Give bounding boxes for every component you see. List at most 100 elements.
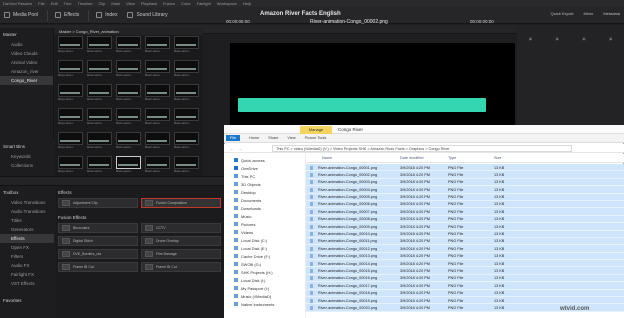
nav-item[interactable]: OneDrive bbox=[224, 164, 305, 172]
menu-item[interactable]: Fusion bbox=[163, 1, 175, 6]
media-clip-thumbnail[interactable]: River-anim.. bbox=[145, 84, 170, 102]
sound-library-button[interactable]: Sound Library bbox=[127, 12, 168, 18]
file-row[interactable]: River-animation-Congo_00017.png 3/9/2018 … bbox=[306, 282, 624, 290]
ribbon-tab[interactable]: Picture Tools bbox=[305, 136, 327, 140]
ribbon-tab[interactable]: View bbox=[287, 136, 295, 140]
column-type[interactable]: Type bbox=[448, 156, 456, 160]
media-clip-thumbnail[interactable]: River-anim.. bbox=[87, 156, 112, 174]
effects-button[interactable]: Effects bbox=[55, 12, 79, 18]
nav-item[interactable]: Local Disk (C:) bbox=[224, 236, 305, 244]
media-clip-thumbnail[interactable]: River-anim.. bbox=[87, 132, 112, 150]
nav-item[interactable]: Music bbox=[224, 212, 305, 220]
metadata-button[interactable]: Metadata bbox=[603, 11, 620, 16]
master-bin-title[interactable]: Master bbox=[3, 32, 53, 37]
menu-item[interactable]: DaVinci Resolve bbox=[3, 1, 32, 6]
menu-item[interactable]: Edit bbox=[51, 1, 58, 6]
toolbox-title[interactable]: Toolbox bbox=[3, 190, 54, 195]
media-clip-thumbnail[interactable]: River-anim.. bbox=[116, 156, 141, 174]
media-clip-thumbnail[interactable]: River-anim.. bbox=[145, 132, 170, 150]
media-clip-thumbnail[interactable]: River-anim.. bbox=[145, 36, 170, 54]
media-clip-thumbnail[interactable]: River-anim.. bbox=[58, 108, 83, 126]
media-clip-thumbnail[interactable]: River-anim.. bbox=[116, 36, 141, 54]
file-row[interactable]: River-animation-Congo_00008.png 3/9/2018 … bbox=[306, 215, 624, 224]
file-row[interactable]: River-animation-Congo_00019.png 3/9/2018 … bbox=[306, 297, 624, 305]
toolbox-item[interactable]: Generators bbox=[0, 225, 54, 234]
toolbox-item[interactable]: VST Effects bbox=[0, 279, 54, 288]
nav-item[interactable]: SHK Projects (H:) bbox=[224, 268, 305, 276]
file-row[interactable]: River-animation-Congo_00012.png 3/9/2018 … bbox=[306, 245, 624, 253]
media-pool-button[interactable]: Media Pool bbox=[4, 12, 38, 18]
nav-item[interactable]: Native Instruments bbox=[224, 300, 305, 308]
inspector-tab-icon[interactable]: ▣ bbox=[609, 37, 612, 41]
index-button[interactable]: Index bbox=[96, 12, 117, 18]
nav-item[interactable]: Local Disk (E:) bbox=[224, 244, 305, 252]
media-clip-thumbnail[interactable]: River-anim.. bbox=[87, 108, 112, 126]
favorites-title[interactable]: Favorites bbox=[3, 298, 54, 303]
fusion-effect-card[interactable]: Frame BI Cut bbox=[58, 262, 138, 272]
media-clip-thumbnail[interactable]: River-anim.. bbox=[174, 108, 199, 126]
effect-card[interactable]: Adjustment Clip bbox=[58, 198, 138, 208]
media-clip-thumbnail[interactable]: River-anim.. bbox=[174, 36, 199, 54]
quick-export-button[interactable]: Quick Export bbox=[551, 11, 574, 16]
media-clip-thumbnail[interactable]: River-anim.. bbox=[145, 156, 170, 174]
smart-bin-keywords[interactable]: Keywords bbox=[0, 152, 54, 161]
fusion-effect-card[interactable]: DVE_Borders_cta bbox=[58, 249, 138, 259]
fusion-effect-card[interactable]: Binoculars bbox=[58, 223, 138, 233]
fusion-effect-card[interactable]: Film Damage bbox=[141, 249, 221, 259]
nav-item[interactable]: Pictures bbox=[224, 220, 305, 228]
inspector-tab-icon[interactable]: ▣ bbox=[555, 37, 558, 41]
column-name[interactable]: Name bbox=[322, 156, 332, 160]
toolbox-item[interactable]: Fairlight FX bbox=[0, 270, 54, 279]
toolbox-item[interactable]: Open FX bbox=[0, 243, 54, 252]
menu-item[interactable]: View bbox=[126, 1, 135, 6]
nav-item[interactable]: Documents bbox=[224, 196, 305, 204]
ribbon-tab[interactable]: Share bbox=[268, 136, 278, 140]
nav-item[interactable]: This PC bbox=[224, 172, 305, 180]
nav-item[interactable]: SWOB (G:) bbox=[224, 260, 305, 268]
ribbon-tab[interactable]: File bbox=[226, 135, 241, 141]
menu-item[interactable]: Mark bbox=[111, 1, 120, 6]
media-clip-thumbnail[interactable]: River-anim.. bbox=[145, 108, 170, 126]
inspector-tab-icon[interactable]: ▣ bbox=[529, 37, 532, 41]
menu-item[interactable]: Timeline bbox=[78, 1, 93, 6]
media-clip-thumbnail[interactable]: River-anim.. bbox=[58, 36, 83, 54]
menu-item[interactable]: Trim bbox=[64, 1, 72, 6]
toolbox-item[interactable]: Effects bbox=[0, 234, 54, 243]
toolbox-item[interactable]: Audio FX bbox=[0, 261, 54, 270]
bin-item[interactable]: Congo_River bbox=[0, 76, 53, 85]
media-clip-thumbnail[interactable]: River-anim.. bbox=[87, 36, 112, 54]
media-clip-thumbnail[interactable]: River-anim.. bbox=[116, 108, 141, 126]
bin-item[interactable]: Amazon_river bbox=[0, 67, 53, 76]
smart-bin-collections[interactable]: Collections bbox=[0, 161, 54, 170]
file-row[interactable]: River-animation-Congo_00007.png 3/9/2018 … bbox=[306, 208, 624, 216]
file-row[interactable]: River-animation-Congo_00006.png 3/9/2018 … bbox=[306, 200, 624, 209]
nav-item[interactable]: Cache Drive (F:) bbox=[224, 252, 305, 260]
bin-item[interactable]: Video Clouds bbox=[0, 49, 53, 58]
nav-item[interactable]: Music (\\MediaD) bbox=[224, 292, 305, 300]
media-clip-thumbnail[interactable]: River-anim.. bbox=[145, 60, 170, 78]
media-clip-thumbnail[interactable]: River-anim.. bbox=[58, 60, 83, 78]
media-clip-thumbnail[interactable]: River-anim.. bbox=[58, 156, 83, 174]
mixer-button[interactable]: Mixer bbox=[584, 11, 594, 16]
file-row[interactable]: River-animation-Congo_00014.png 3/9/2018 … bbox=[306, 260, 624, 268]
inspector-tab-icon[interactable]: ▣ bbox=[582, 37, 585, 41]
nav-item[interactable]: My Passport (I:) bbox=[224, 284, 305, 292]
nav-item[interactable]: Quick access bbox=[224, 156, 305, 164]
bin-item[interactable]: Audio bbox=[0, 40, 53, 49]
media-clip-thumbnail[interactable]: River-anim.. bbox=[87, 60, 112, 78]
forward-arrow-icon[interactable]: → bbox=[238, 146, 242, 151]
toolbox-item[interactable]: Filters bbox=[0, 252, 54, 261]
media-clip-thumbnail[interactable]: River-anim.. bbox=[116, 132, 141, 150]
menu-item[interactable]: Help bbox=[243, 1, 251, 6]
ribbon-tab[interactable]: Home bbox=[249, 136, 259, 140]
file-row[interactable]: River-animation-Congo_00009.png 3/9/2018 … bbox=[306, 223, 624, 231]
preview-viewer[interactable] bbox=[230, 43, 515, 125]
file-row[interactable]: River-animation-Congo_00005.png 3/9/2018 … bbox=[306, 193, 624, 201]
menu-item[interactable]: File bbox=[38, 1, 44, 6]
media-clip-thumbnail[interactable]: River-anim.. bbox=[174, 156, 199, 174]
file-row[interactable]: River-animation-Congo_00004.png 3/9/2018 … bbox=[306, 186, 624, 194]
file-row[interactable]: River-animation-Congo_00001.png 3/9/2018 … bbox=[306, 164, 624, 172]
file-row[interactable]: River-animation-Congo_00018.png 3/9/2018 … bbox=[306, 289, 624, 298]
address-path[interactable]: This PC > video (\\MediaD) (V:) > Video … bbox=[272, 144, 572, 152]
nav-item[interactable]: Videos bbox=[224, 228, 305, 236]
